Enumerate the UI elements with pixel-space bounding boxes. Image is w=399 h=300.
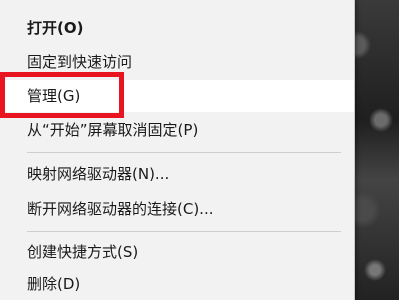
menu-item-unpin-start[interactable]: 从“开始”屏幕取消固定(P) [0,114,354,146]
menu-item-disconnect-network-drive[interactable]: 断开网络驱动器的连接(C)... [0,193,354,225]
menu-separator [27,152,341,153]
menu-item-delete[interactable]: 删除(D) [0,268,354,300]
context-menu: 打开(O) 固定到快速访问 管理(G) 从“开始”屏幕取消固定(P) 映射网络驱… [0,0,355,300]
menu-separator [27,231,341,232]
menu-item-map-network-drive[interactable]: 映射网络驱动器(N)... [0,158,354,190]
annotation-highlight-box [0,72,124,118]
menu-item-create-shortcut[interactable]: 创建快捷方式(S) [0,236,354,268]
menu-item-open[interactable]: 打开(O) [0,12,354,44]
screenshot-stage: 打开(O) 固定到快速访问 管理(G) 从“开始”屏幕取消固定(P) 映射网络驱… [0,0,399,300]
